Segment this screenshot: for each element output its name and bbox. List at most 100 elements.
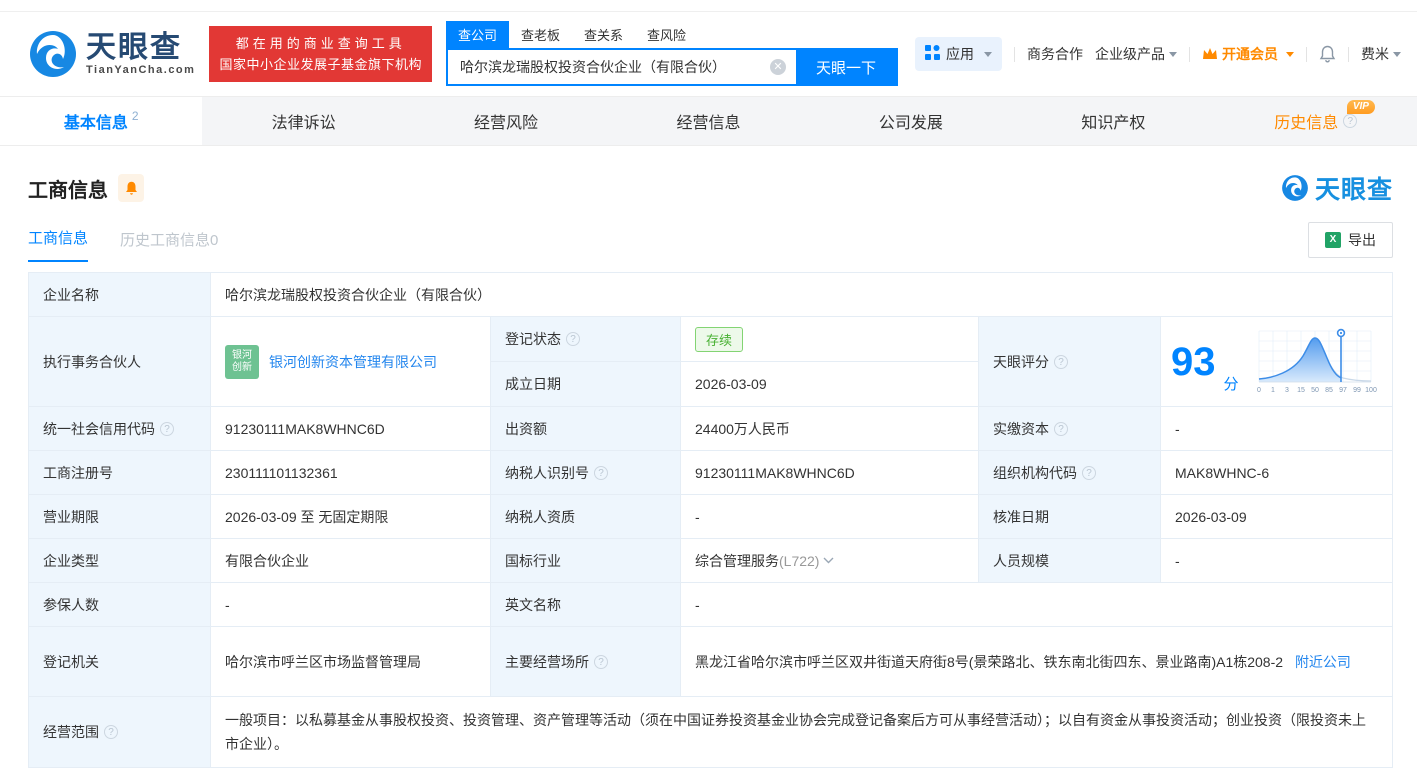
nearby-companies-link[interactable]: 附近公司 <box>1295 654 1351 670</box>
open-vip-menu[interactable]: 开通会员 <box>1202 44 1294 64</box>
slogan-line1: 都在用的商业查询工具 <box>235 36 406 51</box>
section-header: 工商信息 天眼查 <box>0 146 1417 206</box>
field-label: 核准日期 <box>979 495 1161 538</box>
status-date-stack: 登记状态 ? 存续 成立日期 2026-03-09 <box>491 317 979 406</box>
field-label: 企业名称 <box>29 273 211 316</box>
chevron-down-icon[interactable] <box>823 557 834 564</box>
question-icon[interactable]: ? <box>104 725 118 739</box>
search-tab-risk[interactable]: 查风险 <box>635 21 698 48</box>
search-tab-boss[interactable]: 查老板 <box>509 21 572 48</box>
field-label: 参保人数 <box>29 583 211 626</box>
brand-domain: TianYanCha.com <box>86 64 196 76</box>
question-icon[interactable]: ? <box>1054 421 1068 436</box>
apps-menu[interactable]: 应用 <box>915 37 1002 71</box>
tianyan-score-cell: 93 分 0 1 3 15 50 85 97 99 100 <box>1161 317 1392 406</box>
field-label: 成立日期 <box>491 362 681 406</box>
table-row: 工商注册号 230111101132361 纳税人识别号 ? 91230111M… <box>29 451 1392 495</box>
question-icon[interactable]: ? <box>566 332 580 346</box>
credit-code-value: 91230111MAK8WHNC6D <box>211 407 491 450</box>
business-term-value: 2026-03-09 至 无固定期限 <box>211 495 491 538</box>
tab-basic-info-label: 基本信息 <box>63 115 128 132</box>
tab-operation-info[interactable]: 经营信息 <box>607 97 809 145</box>
score-label: 天眼评分 <box>993 353 1049 370</box>
apps-grid-icon <box>925 45 940 63</box>
search-button[interactable]: 天眼一下 <box>795 50 896 84</box>
tab-legal-proceedings[interactable]: 法律诉讼 <box>202 97 404 145</box>
menu-separator <box>1189 46 1190 62</box>
export-label: 导出 <box>1348 232 1376 248</box>
chevron-down-icon <box>1169 51 1177 57</box>
taxpayer-id-value: 91230111MAK8WHNC6D <box>681 451 979 494</box>
search-input[interactable] <box>447 50 770 84</box>
subtab-business-info[interactable]: 工商信息 <box>28 227 89 262</box>
table-row: 企业名称 哈尔滨龙瑞股权投资合伙企业（有限合伙） <box>29 273 1392 317</box>
export-button[interactable]: X 导出 <box>1308 222 1393 258</box>
search-tabs: 查公司 查老板 查关系 查风险 <box>445 21 898 48</box>
partner-company-link[interactable]: 银河创新资本管理有限公司 <box>269 352 437 372</box>
field-label: 登记机关 <box>29 627 211 696</box>
clear-icon[interactable]: ✕ <box>769 59 786 75</box>
tick-label: 85 <box>1325 387 1333 394</box>
enterprise-product-menu[interactable]: 企业级产品 <box>1095 44 1177 64</box>
tab-company-development[interactable]: 公司发展 <box>810 97 1012 145</box>
company-name-value: 哈尔滨龙瑞股权投资合伙企业（有限合伙） <box>211 273 1392 316</box>
org-code-label: 组织机构代码 <box>993 464 1077 481</box>
subtab-history-label: 历史工商信息 <box>120 232 211 249</box>
question-icon[interactable]: ? <box>594 654 608 669</box>
tianyancha-logo[interactable]: 天眼查 TianYanCha.com <box>28 29 195 79</box>
tab-basic-info-count: 2 <box>131 109 139 123</box>
tab-history-info[interactable]: VIP 历史信息 ? <box>1215 97 1417 145</box>
menu-separator <box>1306 46 1307 62</box>
question-icon[interactable]: ? <box>594 465 608 480</box>
bell-icon <box>1319 45 1336 63</box>
top-divider <box>0 0 1417 12</box>
question-icon[interactable]: ? <box>1082 465 1096 480</box>
industry-value: 综合管理服务 (L722) <box>681 539 979 582</box>
tab-operation-info-label: 经营信息 <box>676 115 741 132</box>
business-cooperation-link[interactable]: 商务合作 <box>1027 44 1083 64</box>
search-area: 查公司 查老板 查关系 查风险 ✕ 天眼一下 <box>445 21 898 86</box>
monitor-bell-button[interactable] <box>118 174 144 202</box>
tick-label: 50 <box>1311 387 1319 394</box>
subtab-history-count: 0 <box>210 232 219 249</box>
field-label: 登记状态 ? <box>491 317 681 361</box>
tab-intellectual-property-label: 知识产权 <box>1081 115 1146 132</box>
notification-bell-button[interactable] <box>1319 45 1336 63</box>
taxpayer-id-label: 纳税人识别号 <box>505 464 589 481</box>
field-label: 人员规模 <box>979 539 1161 582</box>
score-distribution-chart: 0 1 3 15 50 85 97 99 100 <box>1257 328 1376 394</box>
insured-count-value: - <box>211 583 491 626</box>
reg-status-value: 存续 <box>681 317 978 361</box>
crown-icon <box>1203 48 1217 59</box>
menu-separator <box>1014 46 1015 62</box>
question-icon[interactable]: ? <box>1343 114 1358 128</box>
tab-intellectual-property[interactable]: 知识产权 <box>1012 97 1214 145</box>
question-icon[interactable]: ? <box>160 421 174 436</box>
user-name: 费米 <box>1361 46 1389 62</box>
slogan-banner: 都在用的商业查询工具 国家中小企业发展子基金旗下机构 <box>209 26 432 82</box>
industry-code: (L722) <box>779 552 820 569</box>
question-icon[interactable]: ? <box>1054 354 1068 369</box>
tick-label: 97 <box>1339 387 1347 394</box>
apps-label: 应用 <box>946 46 974 62</box>
english-name-value: - <box>681 583 1392 626</box>
tick-label: 3 <box>1285 387 1289 394</box>
establish-date-value: 2026-03-09 <box>681 362 978 406</box>
field-label: 实缴资本 ? <box>979 407 1161 450</box>
tab-basic-info[interactable]: 基本信息 2 <box>0 97 203 145</box>
tab-operation-risk[interactable]: 经营风险 <box>405 97 607 145</box>
slogan-line2: 国家中小企业发展子基金旗下机构 <box>219 57 422 72</box>
enterprise-product-label: 企业级产品 <box>1095 46 1165 62</box>
subtab-history-business-info[interactable]: 历史工商信息0 <box>120 229 218 262</box>
field-label: 统一社会信用代码 ? <box>29 407 211 450</box>
user-account-menu[interactable]: 费米 <box>1361 44 1401 64</box>
tianyancha-logo-icon <box>1282 175 1308 201</box>
table-row: 统一社会信用代码 ? 91230111MAK8WHNC6D 出资额 24400万… <box>29 407 1392 451</box>
tab-company-development-label: 公司发展 <box>878 115 943 132</box>
brand-name: 天眼查 <box>86 31 182 64</box>
field-label: 国标行业 <box>491 539 681 582</box>
tianyancha-company-page: 天眼查 TianYanCha.com 都在用的商业查询工具 国家中小企业发展子基… <box>0 0 1417 769</box>
search-tab-relation[interactable]: 查关系 <box>572 21 635 48</box>
search-tab-company[interactable]: 查公司 <box>445 21 509 48</box>
chevron-down-icon <box>1393 51 1401 57</box>
